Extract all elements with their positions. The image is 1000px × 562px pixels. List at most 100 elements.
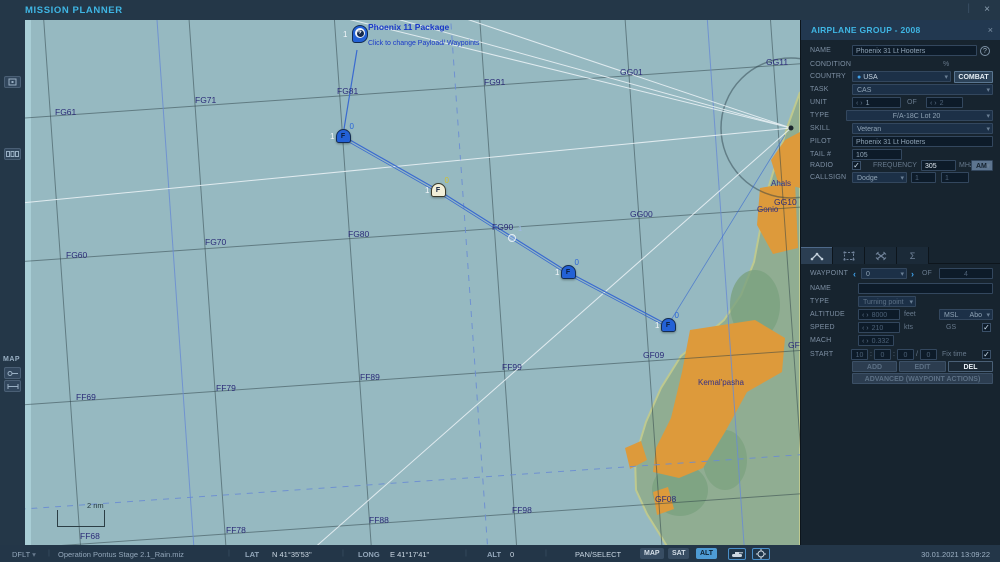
altitude-ref-dropdown[interactable]: MSL Abo bbox=[939, 309, 993, 320]
alt-value: 0 bbox=[510, 550, 515, 559]
start-minutes-field[interactable]: 0 bbox=[874, 349, 891, 360]
combat-button[interactable]: COMBAT bbox=[954, 71, 993, 83]
fix-time-label: Fix time bbox=[942, 351, 967, 358]
waypoint-left-count: 1 bbox=[330, 132, 335, 141]
pan-tool-icon[interactable] bbox=[4, 367, 21, 379]
airfield-icon[interactable] bbox=[788, 125, 794, 131]
waypoint-left-count: 1 bbox=[655, 321, 660, 330]
fix-time-checkbox[interactable]: ✓ bbox=[982, 350, 991, 359]
map-view-button[interactable]: MAP bbox=[640, 548, 664, 559]
start-label: START bbox=[810, 351, 834, 358]
callsign-dropdown[interactable]: Dodge bbox=[852, 172, 907, 183]
datetime: 30.01.2021 13:09:22 bbox=[921, 550, 990, 559]
wp-type-dropdown[interactable]: Turning point bbox=[858, 296, 916, 307]
waypoint-tab-bar: Σ bbox=[801, 247, 1000, 264]
waypoint-marker-2[interactable]: F1 0 bbox=[555, 258, 579, 279]
grid-label: FF78 bbox=[226, 525, 246, 535]
start-seconds-field[interactable]: 0 bbox=[897, 349, 914, 360]
callsign-num1-field[interactable]: 1 bbox=[911, 172, 936, 183]
waypoint-prev-icon[interactable]: ‹ bbox=[853, 269, 856, 279]
frequency-field[interactable]: 305 bbox=[921, 160, 956, 171]
route-turn-point[interactable] bbox=[508, 234, 516, 242]
speed-stepper[interactable]: 210 bbox=[858, 322, 900, 333]
units-filter-icon[interactable] bbox=[4, 148, 21, 160]
waypoint-dropdown[interactable]: 0 bbox=[861, 268, 907, 279]
sat-view-button[interactable]: SAT bbox=[668, 548, 690, 559]
panel-close-icon[interactable]: × bbox=[988, 25, 993, 35]
wp-name-label: NAME bbox=[810, 285, 832, 292]
task-dropdown[interactable]: CAS bbox=[852, 84, 993, 95]
grid-label: GG00 bbox=[630, 209, 653, 219]
ground-units-toggle-icon[interactable] bbox=[728, 548, 746, 560]
country-dropdown[interactable]: ● USA bbox=[852, 71, 951, 82]
grid-label: GG11 bbox=[766, 57, 789, 67]
waypoint-marker-0[interactable]: F1 0 bbox=[330, 122, 354, 143]
waypoint-marker-3[interactable]: F1 0 bbox=[655, 311, 679, 332]
map-tools-label: MAP bbox=[3, 356, 21, 363]
window-close-icon[interactable]: × bbox=[984, 4, 990, 15]
place-name: Gonio bbox=[757, 205, 779, 214]
waypoint-next-icon[interactable]: › bbox=[911, 269, 914, 279]
map-scale-label: 2 nm bbox=[87, 501, 104, 510]
waypoint-marker-1[interactable]: F1 0 bbox=[425, 176, 449, 197]
package-title[interactable]: Phoenix 11 Package bbox=[368, 22, 449, 32]
grid-label: FG91 bbox=[484, 77, 506, 87]
grid-label: FF88 bbox=[369, 515, 389, 525]
target-toggle-icon[interactable] bbox=[752, 548, 770, 560]
speed-label: SPEED bbox=[810, 324, 835, 331]
package-marker[interactable]: ✈ bbox=[352, 25, 368, 43]
altitude-stepper[interactable]: 8000 bbox=[858, 309, 900, 320]
type-dropdown[interactable]: F/A-18C Lot 20 bbox=[846, 110, 993, 121]
pilot-field[interactable]: Phoenix 31 Lt Hooters bbox=[852, 136, 993, 147]
unit-total-stepper[interactable]: 2 bbox=[926, 97, 963, 108]
tail-field[interactable]: 105 bbox=[852, 149, 902, 160]
panel-header: AIRPLANE GROUP - 2008 × bbox=[801, 20, 1000, 40]
name-label: NAME bbox=[810, 47, 832, 54]
ruler-tool-icon[interactable] bbox=[4, 380, 21, 392]
wp-name-field[interactable] bbox=[858, 283, 993, 294]
mach-stepper[interactable]: 0.332 bbox=[858, 335, 894, 346]
tab-summary[interactable]: Σ bbox=[897, 247, 929, 264]
lat-value: N 41°35'53" bbox=[272, 550, 312, 559]
gs-checkbox[interactable]: ✓ bbox=[982, 323, 991, 332]
skill-dropdown[interactable]: Veteran bbox=[852, 123, 993, 134]
country-label: COUNTRY bbox=[810, 73, 846, 80]
status-bar: DFLT ▾ | Operation Pontus Stage 2.1_Rain… bbox=[0, 545, 1000, 562]
waypoint-letter: F bbox=[565, 269, 571, 276]
pan-select-mode[interactable]: PAN/SELECT bbox=[575, 550, 621, 559]
advanced-waypoint-actions-button[interactable]: ADVANCED (WAYPOINT ACTIONS) bbox=[852, 373, 993, 384]
start-hours-field[interactable]: 10 bbox=[851, 349, 868, 360]
alt-view-button[interactable]: ALT bbox=[696, 548, 718, 559]
flight-route bbox=[341, 49, 786, 328]
long-label: LONG bbox=[358, 550, 380, 559]
name-field[interactable]: Phoenix 31 Lt Hooters bbox=[852, 45, 977, 56]
left-toolbar: MAP ▶ bbox=[0, 20, 25, 561]
edit-button[interactable]: EDIT bbox=[899, 361, 946, 372]
modulation-dropdown[interactable]: AM bbox=[971, 160, 993, 171]
radio-checkbox[interactable]: ✓ bbox=[852, 161, 861, 170]
waypoint-letter: F bbox=[435, 187, 441, 194]
frequency-label: FREQUENCY bbox=[873, 162, 917, 169]
unit-of-label: OF bbox=[907, 99, 917, 106]
grid-label: FF99 bbox=[502, 362, 522, 372]
del-button[interactable]: DEL bbox=[948, 361, 993, 372]
package-hint[interactable]: Click to change Payload/ Waypoints bbox=[368, 40, 479, 47]
tab-zone[interactable] bbox=[833, 247, 865, 264]
altitude-unit: feet bbox=[904, 311, 916, 318]
tab-actions[interactable] bbox=[865, 247, 897, 264]
help-icon[interactable]: ? bbox=[980, 46, 990, 56]
grid-label: FF89 bbox=[360, 372, 380, 382]
tab-route[interactable] bbox=[801, 247, 833, 264]
unit-stepper[interactable]: 1 bbox=[852, 97, 901, 108]
layers-icon[interactable] bbox=[4, 76, 21, 88]
map-canvas[interactable]: ✈ 1 Phoenix 11 Package Click to change P… bbox=[25, 20, 800, 545]
callsign-num2-field[interactable]: 1 bbox=[941, 172, 969, 183]
airplane-group-panel: AIRPLANE GROUP - 2008 × NAME Phoenix 31 … bbox=[800, 20, 1000, 562]
skill-label: SKILL bbox=[810, 125, 831, 132]
start-day-field[interactable]: 0 bbox=[920, 349, 937, 360]
grid-label: FG81 bbox=[337, 86, 359, 96]
add-button[interactable]: ADD bbox=[852, 361, 897, 372]
profile-dropdown[interactable]: DFLT ▾ bbox=[12, 550, 36, 559]
radio-label: RADIO bbox=[810, 162, 834, 169]
grid-label: FF69 bbox=[76, 392, 96, 402]
